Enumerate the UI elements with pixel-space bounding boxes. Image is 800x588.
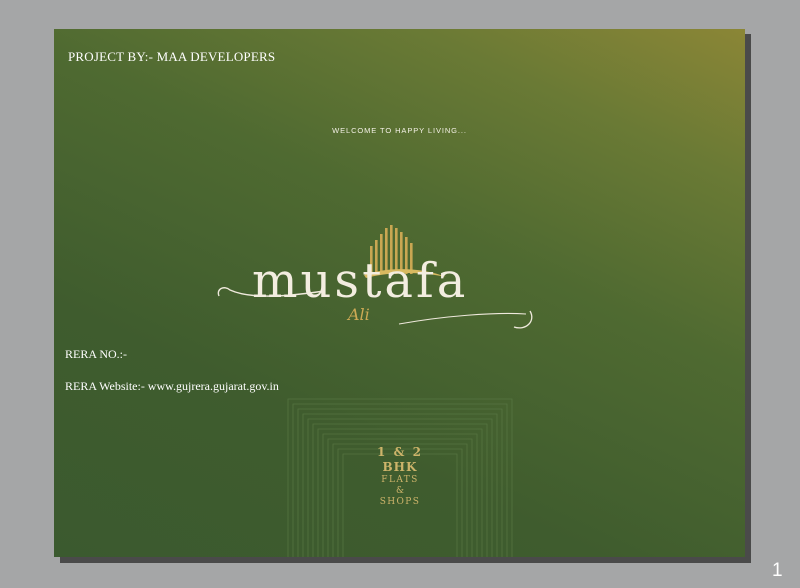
offer-line-1: 1 & 2 <box>377 445 423 459</box>
rera-number: RERA NO.:- <box>65 347 128 361</box>
offer-line-2: BHK <box>382 460 418 474</box>
offer-line-4: & <box>395 486 404 496</box>
offer-line-5: SHOPS <box>379 497 421 507</box>
logo-subtext: Ali <box>348 305 370 324</box>
offer-line-3: FLATS <box>381 475 419 485</box>
logo-wordmark: mustafa <box>252 253 469 309</box>
welcome-tagline: WELCOME TO HAPPY LIVING... <box>332 126 467 135</box>
project-logo: mustafa Ali <box>214 219 554 339</box>
brochure-page: PROJECT BY:- MAA DEVELOPERS WELCOME TO H… <box>54 29 745 557</box>
rera-website: RERA Website:- www.gujrera.gujarat.gov.i… <box>65 379 279 393</box>
page-number: 1 <box>772 560 783 581</box>
project-by-text: PROJECT BY:- MAA DEVELOPERS <box>68 49 276 64</box>
offer-text: 1 & 2 BHK FLATS & SHOPS <box>342 446 458 507</box>
